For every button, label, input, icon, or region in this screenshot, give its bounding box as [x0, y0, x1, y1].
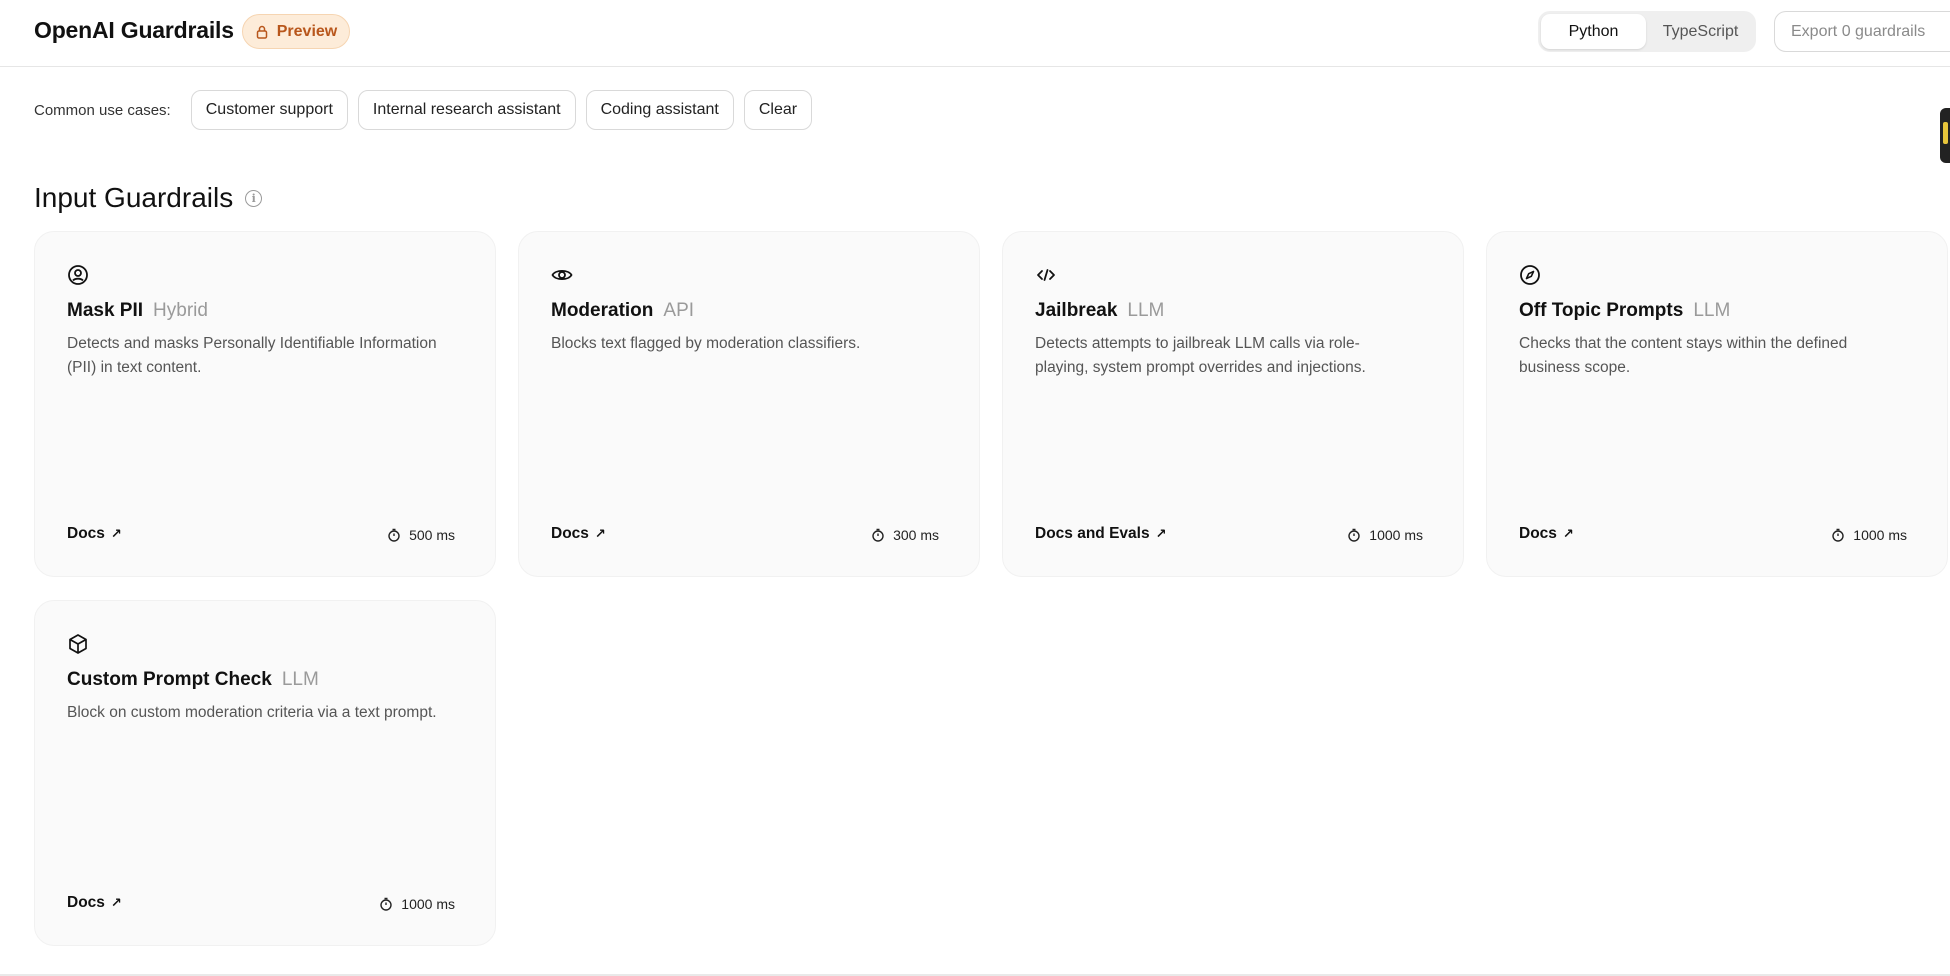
code-icon: [1037, 269, 1055, 281]
guardrail-card-moderation[interactable]: Moderation API Blocks text flagged by mo…: [518, 231, 980, 577]
guardrail-card-jailbreak[interactable]: Jailbreak LLM Detects attempts to jailbr…: [1002, 231, 1464, 577]
chip-internal-research-assistant[interactable]: Internal research assistant: [357, 90, 576, 130]
timer-icon: [1348, 528, 1360, 542]
handle-grip-icon: [1943, 122, 1948, 144]
latency-indicator: 1000 ms: [1347, 527, 1423, 543]
clear-button[interactable]: Clear: [743, 90, 813, 130]
guardrail-card-mask-pii[interactable]: Mask PII Hybrid Detects and masks Person…: [34, 231, 496, 577]
docs-and-evals-link[interactable]: Docs and Evals ↗: [1035, 525, 1166, 543]
card-description: Detects attempts to jailbreak LLM calls …: [1035, 335, 1366, 376]
latency-value: 1000 ms: [1853, 527, 1907, 543]
preview-label: Preview: [276, 22, 338, 40]
card-title-row: Custom Prompt Check LLM: [67, 669, 319, 691]
section-title: Input Guardrails: [34, 182, 234, 213]
export-button[interactable]: Export 0 guardrails: [1774, 11, 1950, 52]
card-description: Block on custom moderation criteria via …: [67, 704, 437, 721]
timer-icon: [388, 528, 400, 542]
typescript-option[interactable]: TypeScript: [1648, 14, 1753, 49]
latency-value: 500 ms: [409, 527, 455, 543]
timer-icon: [380, 897, 392, 911]
external-arrow-icon: ↗: [1562, 526, 1574, 541]
card-title-row: Off Topic Prompts LLM: [1519, 300, 1730, 322]
card-title-row: Moderation API: [551, 300, 694, 322]
external-arrow-icon: ↗: [110, 526, 122, 541]
timer-icon: [872, 528, 884, 542]
card-kind: API: [663, 300, 695, 321]
latency-value: 1000 ms: [1369, 527, 1423, 543]
card-title-row: Jailbreak LLM: [1035, 300, 1164, 322]
docs-label: Docs: [1519, 525, 1557, 542]
latency-indicator: 300 ms: [871, 527, 939, 543]
card-title: Mask PII: [67, 300, 144, 321]
cube-icon: [69, 634, 87, 654]
side-panel-handle[interactable]: [1940, 108, 1950, 163]
card-title: Jailbreak: [1035, 300, 1118, 321]
card-description: Blocks text flagged by moderation classi…: [551, 335, 861, 352]
guardrail-card-custom-prompt-check[interactable]: Custom Prompt Check LLM Block on custom …: [34, 600, 496, 946]
docs-link[interactable]: Docs ↗: [67, 894, 122, 912]
card-description: Detects and masks Personally Identifiabl…: [67, 335, 437, 376]
compass-icon: [1520, 265, 1540, 285]
section-heading: Input Guardrails i: [34, 182, 263, 214]
docs-link[interactable]: Docs ↗: [67, 525, 122, 543]
card-kind: Hybrid: [153, 300, 208, 321]
card-kind: LLM: [1693, 300, 1731, 321]
latency-indicator: 1000 ms: [379, 896, 455, 912]
preview-badge: Preview: [242, 14, 350, 49]
app-title: OpenAI Guardrails: [34, 17, 234, 43]
lock-icon: [256, 25, 267, 39]
docs-label: Docs: [67, 525, 105, 542]
top-bar: OpenAI Guardrails Preview Python TypeScr…: [0, 0, 1950, 67]
latency-value: 1000 ms: [401, 896, 455, 912]
latency-indicator: 500 ms: [387, 527, 455, 543]
python-option[interactable]: Python: [1541, 14, 1646, 49]
language-toggle: Python TypeScript: [1538, 11, 1756, 52]
external-arrow-icon: ↗: [1155, 526, 1167, 541]
chip-customer-support[interactable]: Customer support: [190, 90, 348, 130]
docs-link[interactable]: Docs ↗: [551, 525, 606, 543]
external-arrow-icon: ↗: [110, 895, 122, 910]
latency-value: 300 ms: [893, 527, 939, 543]
card-title-row: Mask PII Hybrid: [67, 300, 208, 322]
card-title: Custom Prompt Check: [67, 669, 272, 690]
use-cases-row: Common use cases: Customer support Inter…: [34, 90, 813, 130]
use-cases-label: Common use cases:: [34, 101, 171, 119]
guardrail-card-off-topic-prompts[interactable]: Off Topic Prompts LLM Checks that the co…: [1486, 231, 1948, 577]
docs-label: Docs: [67, 894, 105, 911]
chip-coding-assistant[interactable]: Coding assistant: [585, 90, 734, 130]
eye-icon: [551, 269, 573, 281]
timer-icon: [1832, 528, 1844, 542]
docs-label: Docs and Evals: [1035, 525, 1150, 542]
card-description: Checks that the content stays within the…: [1519, 335, 1848, 376]
card-title: Moderation: [551, 300, 654, 321]
card-kind: LLM: [281, 669, 319, 690]
card-title: Off Topic Prompts: [1519, 300, 1684, 321]
face-icon: [68, 265, 88, 285]
external-arrow-icon: ↗: [594, 526, 606, 541]
card-kind: LLM: [1127, 300, 1165, 321]
docs-link[interactable]: Docs ↗: [1519, 525, 1574, 543]
info-icon[interactable]: i: [245, 189, 263, 207]
latency-indicator: 1000 ms: [1831, 527, 1907, 543]
docs-label: Docs: [551, 525, 589, 542]
